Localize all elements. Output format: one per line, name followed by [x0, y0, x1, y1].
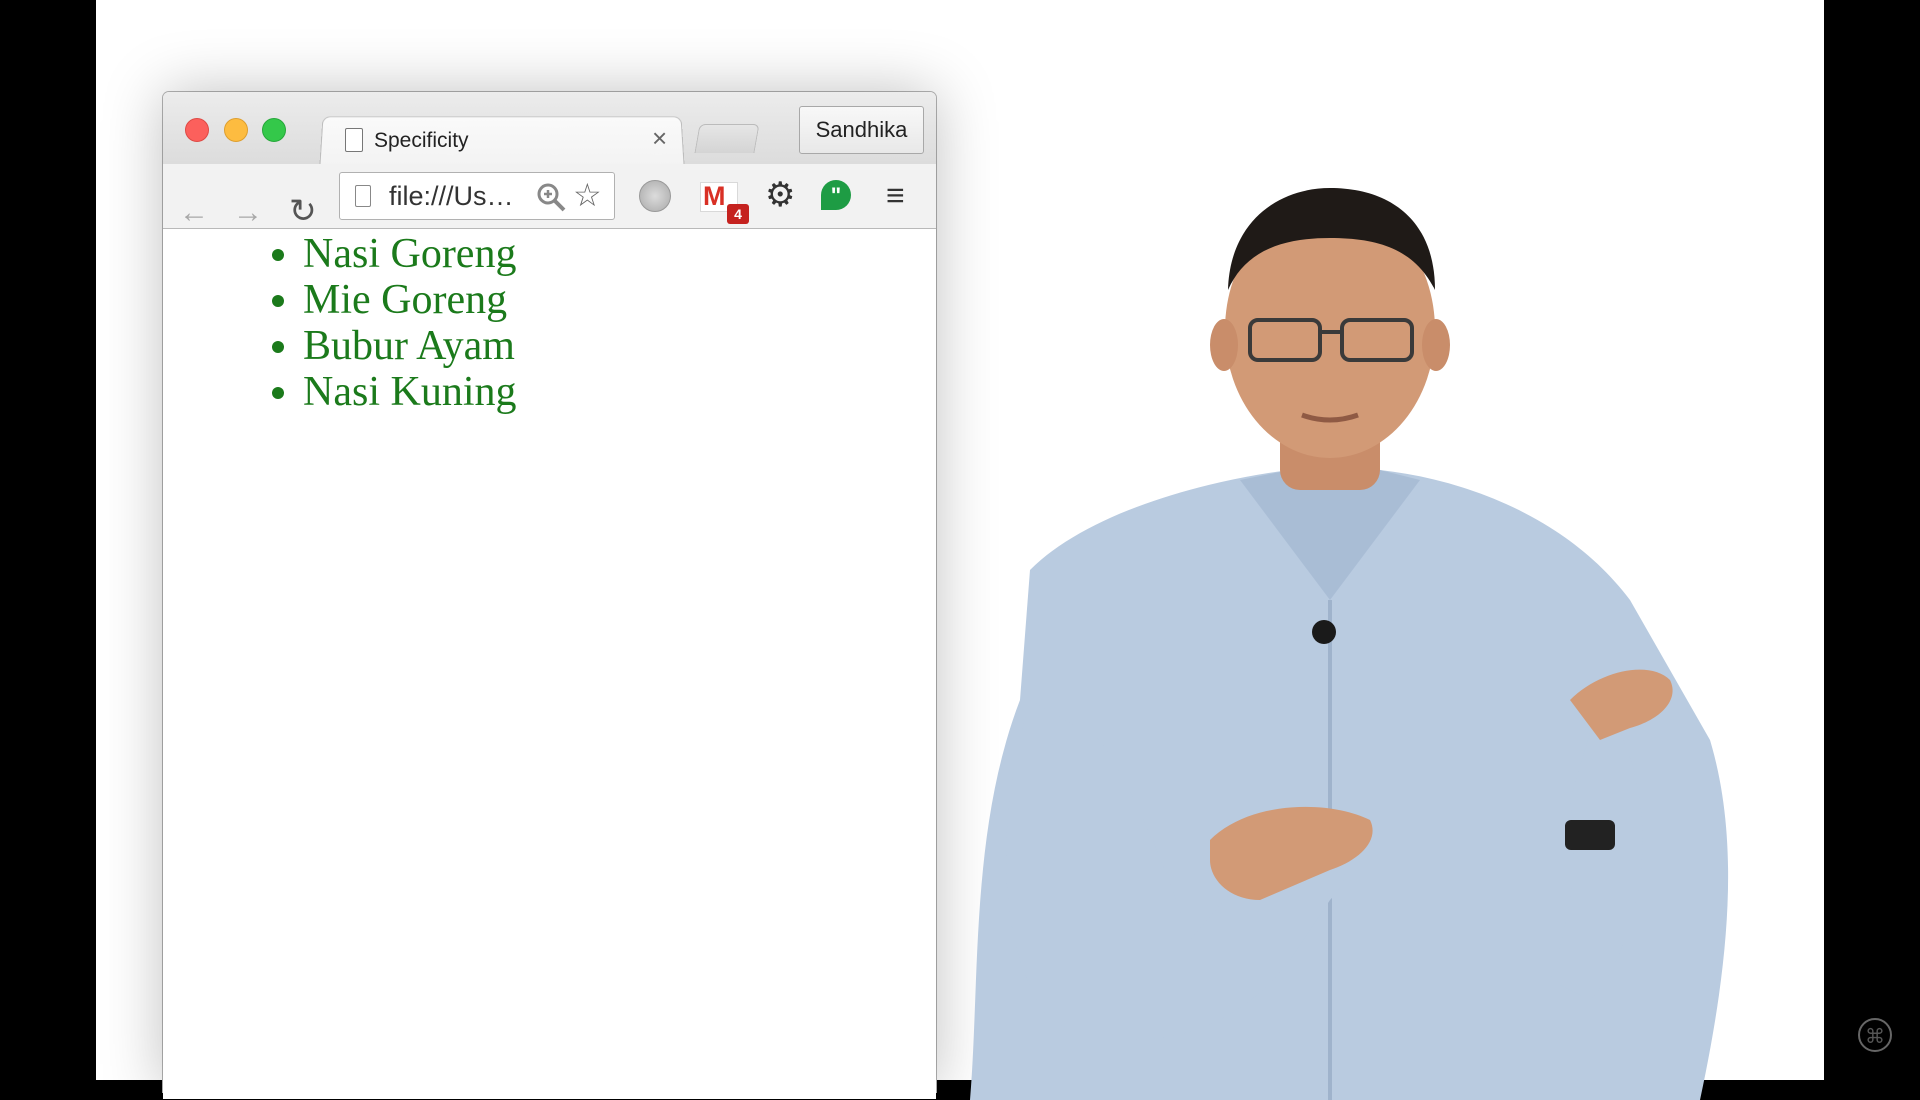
zoom-icon[interactable]	[536, 182, 566, 218]
window-maximize-button[interactable]	[262, 118, 286, 142]
menu-icon[interactable]: ≡	[886, 179, 905, 211]
tab-title: Specificity	[374, 129, 469, 152]
list-item: Bubur Ayam	[303, 323, 517, 369]
gmail-m-icon: M	[703, 181, 726, 211]
list-item: Mie Goreng	[303, 277, 517, 323]
forward-arrow-icon[interactable]: →	[233, 198, 263, 228]
tab-close-icon[interactable]: ×	[652, 125, 667, 151]
profile-button[interactable]: Sandhika	[799, 106, 924, 154]
watermark-icon: ⌘	[1858, 1018, 1892, 1052]
address-bar-text: file:///Us…	[389, 181, 514, 211]
food-list: Nasi Goreng Mie Goreng Bubur Ayam Nasi K…	[163, 231, 517, 415]
star-icon[interactable]: ☆	[573, 179, 602, 211]
shield-icon[interactable]	[639, 180, 671, 212]
back-arrow-icon[interactable]: ←	[179, 198, 209, 228]
window-close-button[interactable]	[185, 118, 209, 142]
list-item: Nasi Goreng	[303, 231, 517, 277]
window-minimize-button[interactable]	[224, 118, 248, 142]
page-icon	[355, 185, 371, 207]
reload-icon[interactable]: ↻	[289, 194, 317, 227]
presenter-image	[970, 188, 1729, 1100]
page-icon	[345, 128, 363, 152]
gear-icon[interactable]: ⚙	[765, 178, 795, 212]
hangouts-icon[interactable]: "	[821, 180, 851, 210]
list-item: Nasi Kuning	[303, 369, 517, 415]
new-tab-button[interactable]	[694, 124, 760, 153]
gmail-unread-badge: 4	[727, 204, 749, 224]
browser-window: Specificity × Sandhika ← → ↻ file:///Us……	[163, 92, 936, 1099]
